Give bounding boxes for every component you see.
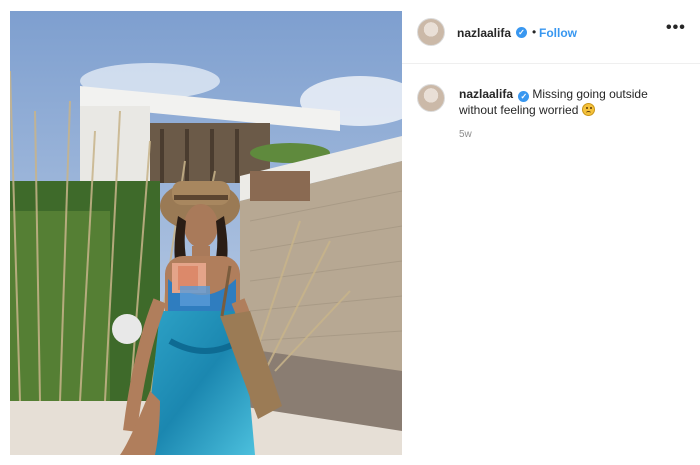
follow-button[interactable]: Follow <box>539 26 577 40</box>
post-photo-image <box>10 11 402 455</box>
post-header: nazlaalifa ✓ • Follow ••• <box>402 0 700 64</box>
caption-username[interactable]: nazlaalifa <box>459 87 513 101</box>
author-avatar[interactable] <box>417 18 445 46</box>
worried-face-icon <box>581 103 595 116</box>
instagram-post: nazlaalifa ✓ • Follow ••• nazlaalifa ✓ Mi… <box>0 0 700 465</box>
header-separator: • <box>532 25 537 39</box>
verified-badge-icon: ✓ <box>516 27 527 38</box>
more-options-icon[interactable]: ••• <box>666 19 686 37</box>
caption-verified-badge-icon: ✓ <box>518 91 530 102</box>
post-timestamp[interactable]: 5w <box>459 129 472 140</box>
post-photo[interactable] <box>10 11 402 455</box>
caption-text-block: nazlaalifa ✓ Missing going outside withou… <box>459 86 669 118</box>
author-username[interactable]: nazlaalifa <box>457 26 511 40</box>
caption-author-avatar[interactable] <box>417 84 445 112</box>
post-side-panel: nazlaalifa ✓ • Follow ••• nazlaalifa ✓ Mi… <box>402 0 700 465</box>
